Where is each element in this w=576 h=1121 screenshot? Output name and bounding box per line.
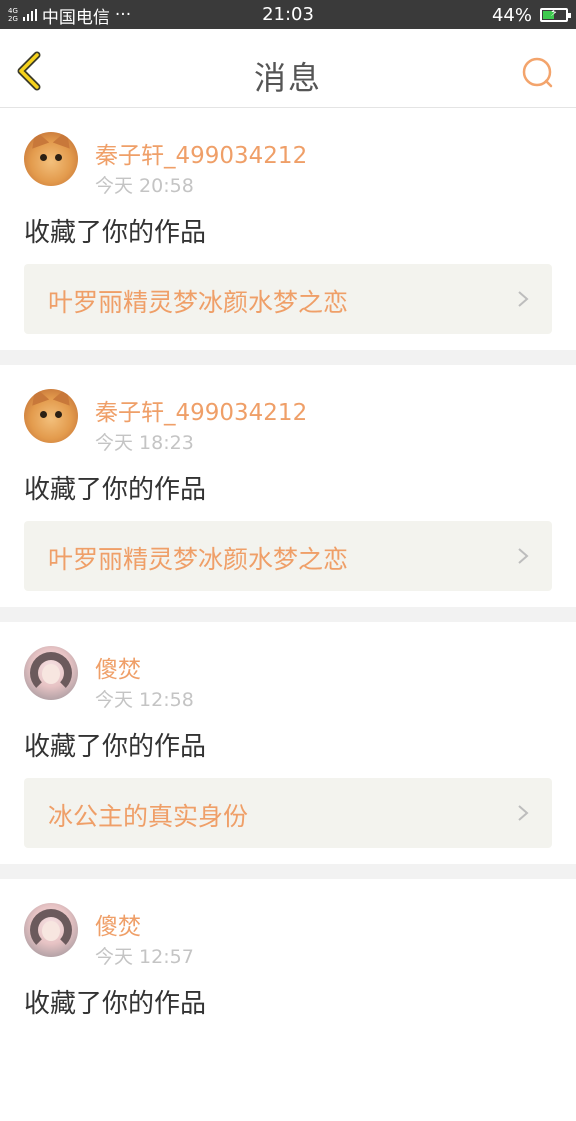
work-title: 冰公主的真实身份 (48, 802, 249, 831)
page-title: 消息 (253, 59, 322, 97)
message-time: 今天 12:57 (95, 946, 194, 968)
divider (0, 864, 576, 879)
chevron-right-icon (518, 805, 529, 821)
username[interactable]: 秦子轩_499034212 (95, 136, 307, 170)
message-time: 今天 20:58 (95, 175, 194, 197)
username[interactable]: 秦子轩_499034212 (95, 393, 307, 427)
battery-percent: 44% (491, 4, 532, 26)
work-title: 叶罗丽精灵梦冰颜水梦之恋 (48, 288, 349, 317)
message-action: 收藏了你的作品 (24, 732, 207, 762)
search-button[interactable] (520, 55, 556, 91)
username[interactable]: 傻焚 (95, 907, 141, 941)
divider (0, 350, 576, 365)
search-icon (522, 57, 553, 88)
message-list: 秦子轩_499034212 今天 20:58 收藏了你的作品 叶罗丽精灵梦冰颜水… (0, 108, 576, 1121)
status-bar: 4G 2G 中国电信 ··· 21:03 44% ⚡ (0, 0, 576, 29)
status-right: 44% ⚡ (491, 4, 571, 26)
battery-icon: ⚡ (540, 6, 571, 22)
status-time: 21:03 (262, 4, 314, 25)
message-card: 傻焚 今天 12:57 收藏了你的作品 (0, 879, 576, 1121)
message-card: 傻焚 今天 12:58 收藏了你的作品 冰公主的真实身份 (0, 622, 576, 864)
work-link[interactable]: 冰公主的真实身份 (24, 778, 552, 848)
message-time: 今天 18:23 (95, 432, 194, 454)
work-link[interactable]: 叶罗丽精灵梦冰颜水梦之恋 (24, 264, 552, 334)
message-card: 秦子轩_499034212 今天 20:58 收藏了你的作品 叶罗丽精灵梦冰颜水… (0, 108, 576, 350)
message-time: 今天 12:58 (95, 689, 194, 711)
chevron-right-icon (518, 548, 529, 564)
avatar[interactable] (24, 132, 78, 186)
work-link[interactable]: 叶罗丽精灵梦冰颜水梦之恋 (24, 521, 552, 591)
avatar[interactable] (24, 389, 78, 443)
avatar[interactable] (24, 903, 78, 957)
avatar[interactable] (24, 646, 78, 700)
nav-bar: 消息 (0, 29, 576, 108)
message-action: 收藏了你的作品 (24, 475, 207, 505)
charging-icon: ⚡ (550, 6, 558, 19)
message-action: 收藏了你的作品 (24, 989, 207, 1019)
username[interactable]: 傻焚 (95, 650, 141, 684)
divider (0, 607, 576, 622)
work-title: 叶罗丽精灵梦冰颜水梦之恋 (48, 545, 349, 574)
message-card: 秦子轩_499034212 今天 18:23 收藏了你的作品 叶罗丽精灵梦冰颜水… (0, 365, 576, 607)
chevron-right-icon (518, 291, 529, 307)
message-action: 收藏了你的作品 (24, 218, 207, 248)
